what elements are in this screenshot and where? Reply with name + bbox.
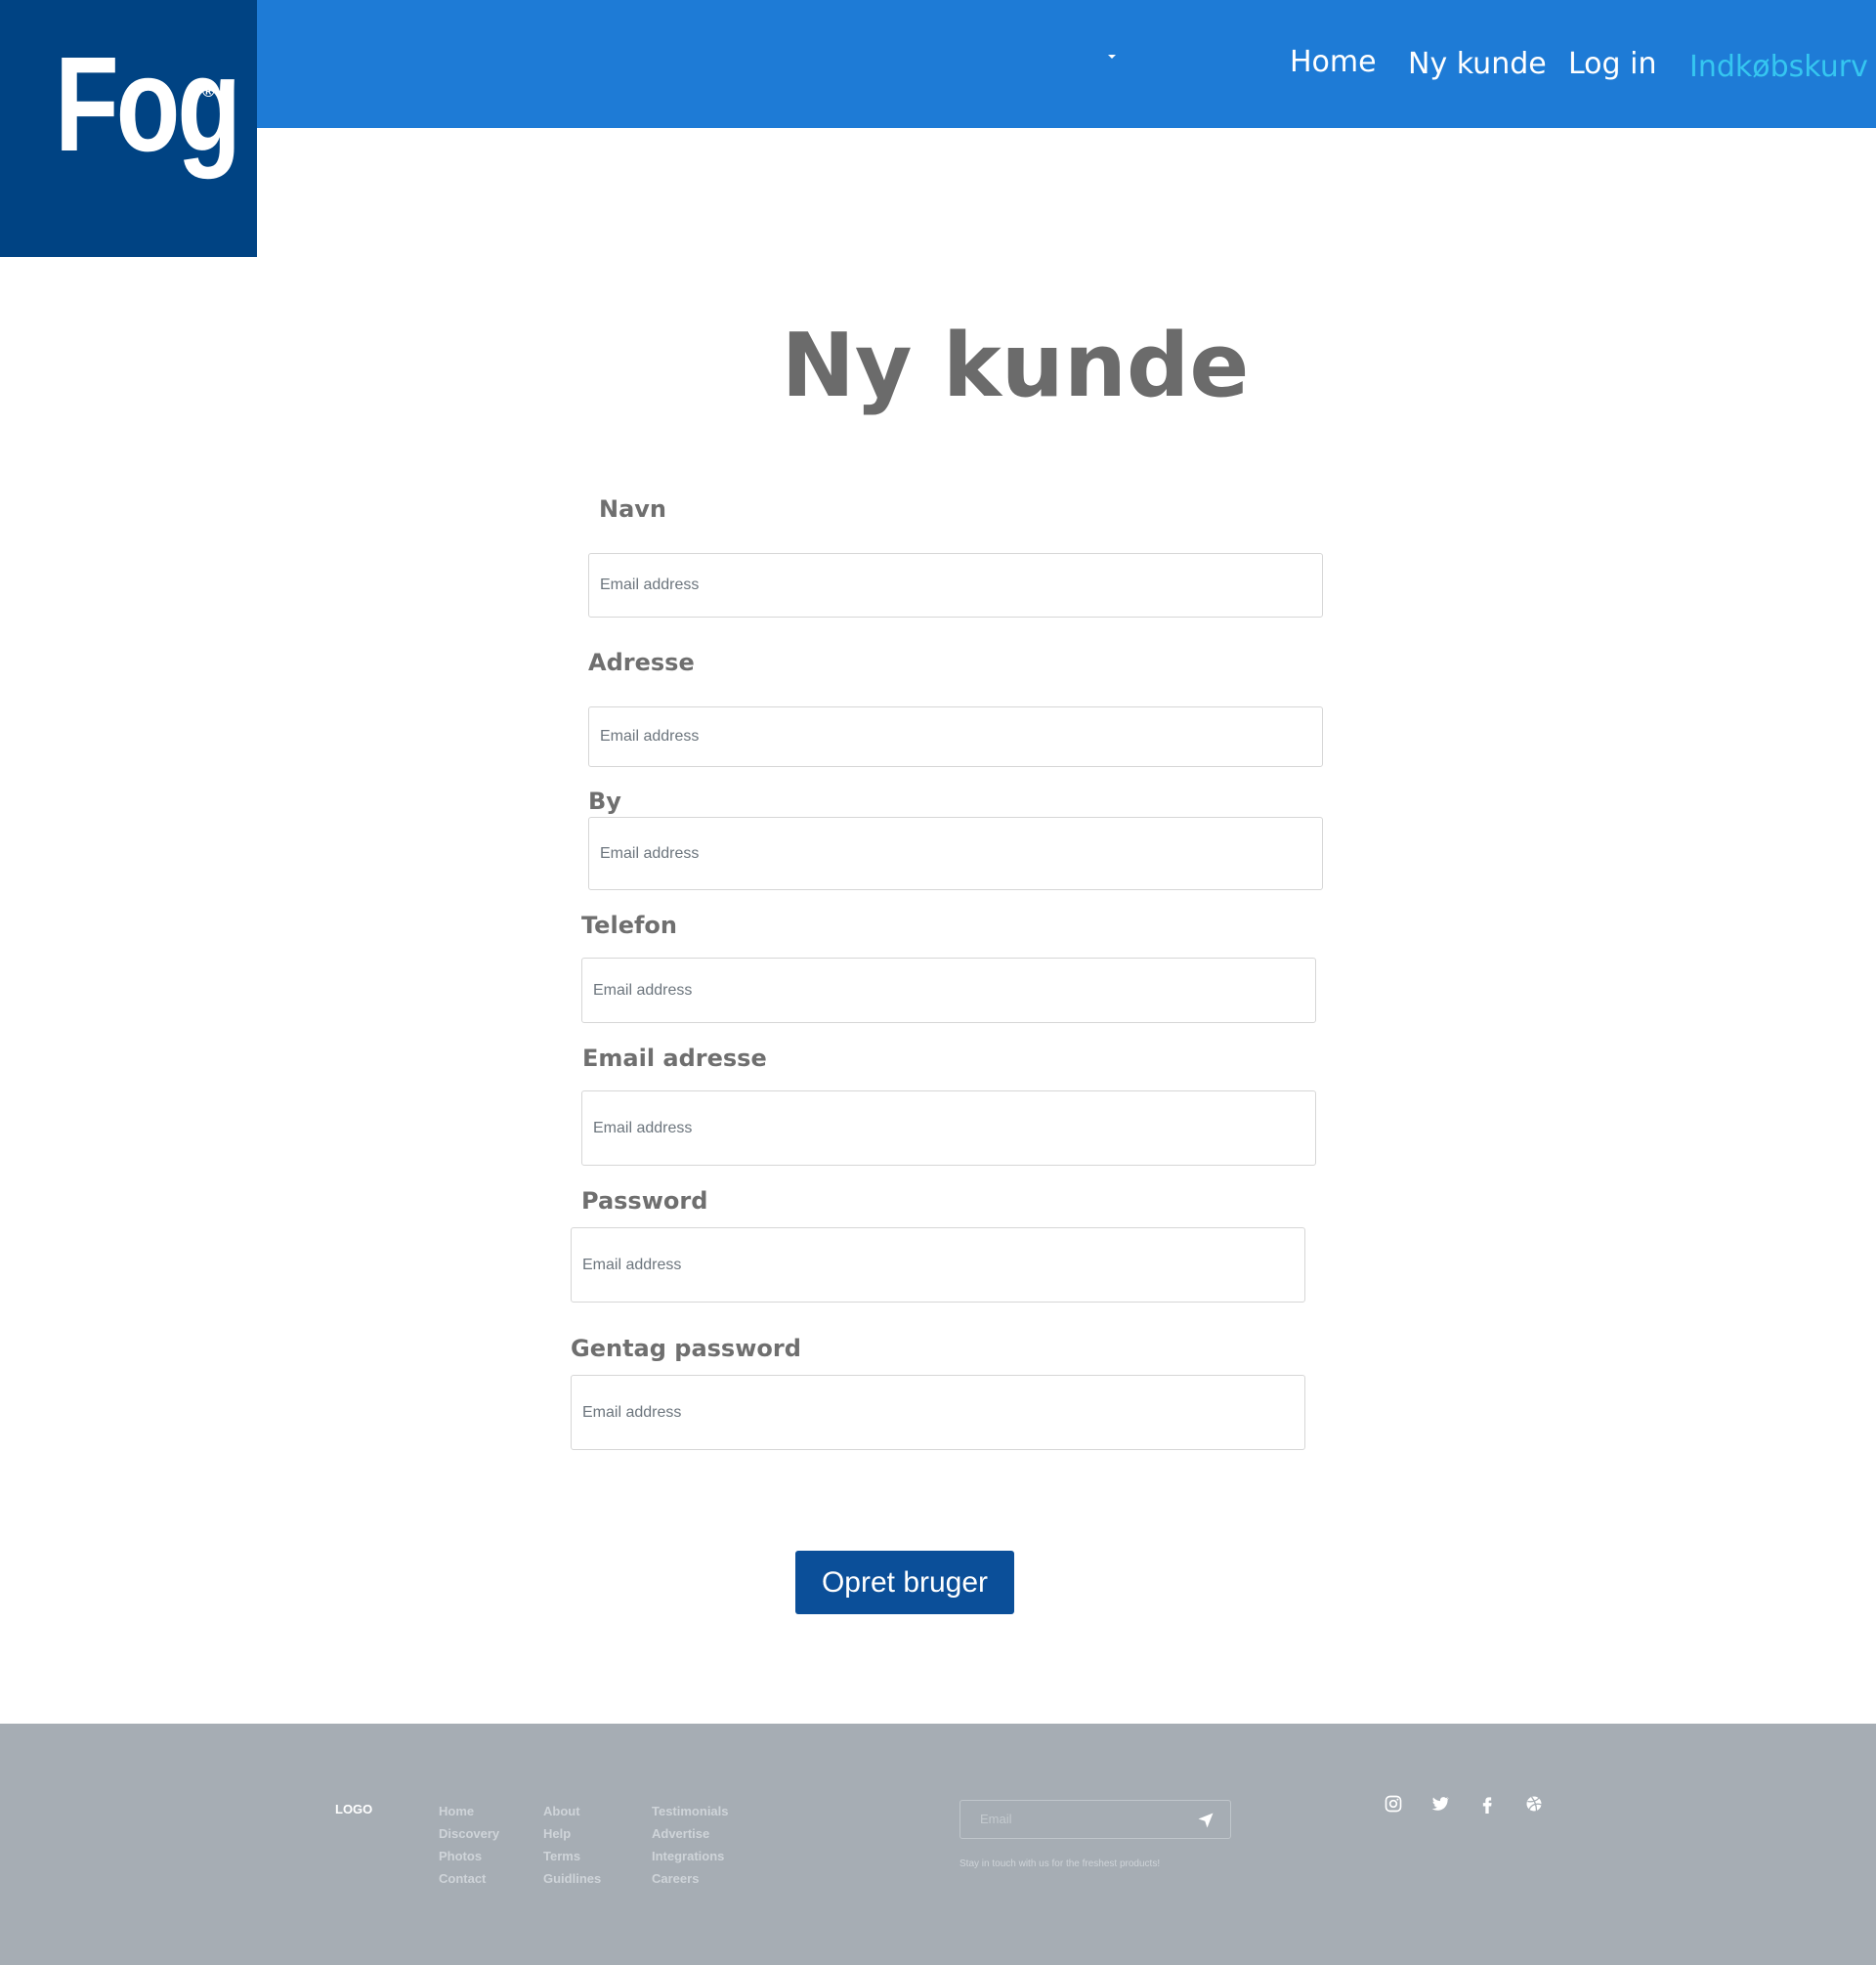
footer: LOGO Home Discovery Photos Contact About… xyxy=(0,1724,1876,1965)
footer-link-advertise[interactable]: Advertise xyxy=(652,1822,729,1845)
facebook-icon[interactable] xyxy=(1477,1794,1497,1814)
navn-input[interactable] xyxy=(588,553,1323,618)
instagram-icon[interactable] xyxy=(1384,1794,1403,1814)
footer-link-help[interactable]: Help xyxy=(543,1822,601,1845)
footer-links-col-1: Home Discovery Photos Contact xyxy=(439,1800,499,1890)
password-input[interactable] xyxy=(571,1227,1305,1303)
adresse-input[interactable] xyxy=(588,706,1323,767)
footer-link-discovery[interactable]: Discovery xyxy=(439,1822,499,1845)
label-password: Password xyxy=(581,1187,708,1215)
nav-ny-kunde[interactable]: Ny kunde xyxy=(1408,47,1547,81)
footer-link-terms[interactable]: Terms xyxy=(543,1845,601,1867)
fog-logo[interactable]: Fog ® xyxy=(0,0,257,257)
nav-log-in[interactable]: Log in xyxy=(1568,47,1656,81)
footer-link-about[interactable]: About xyxy=(543,1800,601,1822)
repeat-password-input[interactable] xyxy=(571,1375,1305,1450)
page-title: Ny kunde xyxy=(781,315,1250,417)
label-email-adresse: Email adresse xyxy=(582,1045,767,1072)
footer-links-col-2: About Help Terms Guidlines xyxy=(543,1800,601,1890)
footer-link-contact[interactable]: Contact xyxy=(439,1867,499,1890)
newsletter-email-input[interactable] xyxy=(978,1811,1177,1827)
label-gentag-password: Gentag password xyxy=(571,1335,801,1362)
nav-indkobskurv[interactable]: Indkøbskurv xyxy=(1689,50,1868,84)
by-input[interactable] xyxy=(588,817,1323,890)
footer-link-testimonials[interactable]: Testimonials xyxy=(652,1800,729,1822)
email-input[interactable] xyxy=(581,1090,1316,1166)
footer-links-col-3: Testimonials Advertise Integrations Care… xyxy=(652,1800,729,1890)
label-by: By xyxy=(588,788,621,815)
registered-mark: ® xyxy=(202,82,215,101)
label-adresse: Adresse xyxy=(588,649,695,676)
caret-down-icon[interactable] xyxy=(1108,55,1116,59)
top-navbar: Home Ny kunde Log in Indkøbskurv xyxy=(0,0,1876,128)
logo-text: Fog xyxy=(55,29,241,180)
footer-tagline: Stay in touch with us for the freshest p… xyxy=(959,1858,1161,1869)
footer-link-integrations[interactable]: Integrations xyxy=(652,1845,729,1867)
footer-logo[interactable]: LOGO xyxy=(335,1802,372,1816)
footer-link-careers[interactable]: Careers xyxy=(652,1867,729,1890)
footer-link-guidlines[interactable]: Guidlines xyxy=(543,1867,601,1890)
dribbble-icon[interactable] xyxy=(1524,1794,1544,1814)
send-icon[interactable] xyxy=(1197,1812,1215,1829)
footer-link-photos[interactable]: Photos xyxy=(439,1845,499,1867)
nav-home[interactable]: Home xyxy=(1290,45,1377,79)
twitter-icon[interactable] xyxy=(1430,1794,1450,1814)
label-telefon: Telefon xyxy=(581,912,677,939)
footer-link-home[interactable]: Home xyxy=(439,1800,499,1822)
telefon-input[interactable] xyxy=(581,958,1316,1023)
opret-bruger-button[interactable]: Opret bruger xyxy=(795,1551,1014,1614)
label-navn: Navn xyxy=(599,495,667,523)
newsletter-form xyxy=(959,1800,1231,1839)
